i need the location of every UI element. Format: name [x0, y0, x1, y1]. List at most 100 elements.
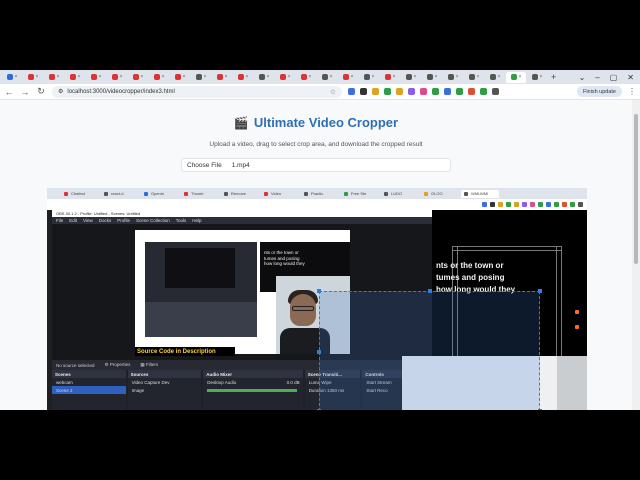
- browser-tab[interactable]: ×: [65, 72, 85, 83]
- extension-icon[interactable]: [456, 88, 463, 95]
- browser-tab[interactable]: ×: [401, 72, 421, 83]
- bookmark-star-icon[interactable]: ☆: [330, 88, 336, 96]
- extension-icon[interactable]: [396, 88, 403, 95]
- browser-tab[interactable]: ×: [359, 72, 379, 83]
- tab-close-icon[interactable]: ×: [57, 74, 60, 80]
- scene-item[interactable]: Scene 2: [52, 386, 126, 394]
- browser-tab[interactable]: ×: [275, 72, 295, 83]
- browser-tab[interactable]: ×: [380, 72, 400, 83]
- extension-icon[interactable]: [408, 88, 415, 95]
- tab-close-icon[interactable]: ×: [120, 74, 123, 80]
- tab-close-icon[interactable]: ×: [267, 74, 270, 80]
- tab-favicon-icon: [258, 74, 265, 80]
- tab-close-icon[interactable]: ×: [246, 74, 249, 80]
- browser-tab[interactable]: ×: [23, 72, 43, 83]
- tab-close-icon[interactable]: ×: [477, 74, 480, 80]
- browser-tab[interactable]: ×: [254, 72, 274, 83]
- crop-handle[interactable]: [428, 289, 432, 293]
- browser-tab[interactable]: ×: [485, 72, 505, 83]
- tab-close-icon[interactable]: ×: [540, 74, 543, 80]
- extension-icon[interactable]: [348, 88, 355, 95]
- tab-close-icon[interactable]: ×: [225, 74, 228, 80]
- browser-tab[interactable]: ×: [443, 72, 463, 83]
- source-item[interactable]: Video Capture Dev: [128, 378, 202, 386]
- choose-file-button[interactable]: Choose File: [187, 162, 222, 169]
- tab-close-icon[interactable]: ×: [330, 74, 333, 80]
- browser-tab[interactable]: ×: [212, 72, 232, 83]
- browser-tab[interactable]: ×: [44, 72, 64, 83]
- extension-icon[interactable]: [444, 88, 451, 95]
- menu-icon[interactable]: ⋮: [628, 87, 636, 96]
- video-browser-tab: Video: [261, 190, 299, 198]
- extension-icon[interactable]: [492, 88, 499, 95]
- tab-favicon-icon: [216, 74, 223, 80]
- browser-tab[interactable]: ×: [191, 72, 211, 83]
- tab-close-icon[interactable]: ×: [435, 74, 438, 80]
- browser-tab[interactable]: ×: [107, 72, 127, 83]
- crop-handle[interactable]: [317, 289, 321, 293]
- extension-icon[interactable]: [480, 88, 487, 95]
- browser-tab[interactable]: ×: [233, 72, 253, 83]
- tab-close-icon[interactable]: ×: [78, 74, 81, 80]
- tab-close-icon[interactable]: ×: [204, 74, 207, 80]
- tab-close-icon[interactable]: ×: [288, 74, 291, 80]
- tab-close-icon[interactable]: ×: [372, 74, 375, 80]
- browser-tab[interactable]: ×: [2, 72, 22, 83]
- close-icon[interactable]: ✕: [627, 73, 634, 82]
- extension-icon[interactable]: [420, 88, 427, 95]
- crop-handle[interactable]: [538, 289, 542, 293]
- browser-tab[interactable]: ×: [170, 72, 190, 83]
- tab-close-icon[interactable]: ×: [15, 74, 18, 80]
- browser-tab[interactable]: ×: [422, 72, 442, 83]
- browser-tab[interactable]: ×: [149, 72, 169, 83]
- extension-icon[interactable]: [432, 88, 439, 95]
- properties-button[interactable]: ⚙ Properties: [105, 362, 131, 368]
- reload-icon[interactable]: ↻: [36, 86, 46, 97]
- finish-update-button[interactable]: Finish update: [576, 86, 622, 97]
- tab-close-icon[interactable]: ×: [456, 74, 459, 80]
- browser-tab[interactable]: ×: [527, 72, 547, 83]
- address-bar[interactable]: ⚙ localhost:3000/videocropper/index3.htm…: [52, 85, 342, 98]
- browser-tab[interactable]: ×: [317, 72, 337, 83]
- tab-close-icon[interactable]: ×: [36, 74, 39, 80]
- extension-icon[interactable]: [384, 88, 391, 95]
- tab-close-icon[interactable]: ×: [393, 74, 396, 80]
- browser-tab[interactable]: ×: [506, 71, 526, 83]
- browser-tab[interactable]: ×: [338, 72, 358, 83]
- site-info-icon[interactable]: ⚙: [58, 88, 63, 95]
- minimize-icon[interactable]: –: [595, 73, 599, 82]
- back-icon[interactable]: ←: [4, 87, 14, 97]
- address-url: localhost:3000/videocropper/index3.html: [67, 88, 175, 95]
- extension-icon[interactable]: [360, 88, 367, 95]
- browser-tab[interactable]: ×: [86, 72, 106, 83]
- tab-close-icon[interactable]: ×: [351, 74, 354, 80]
- crop-handle[interactable]: [317, 350, 321, 354]
- tab-favicon-icon: [195, 74, 202, 80]
- tab-close-icon[interactable]: ×: [141, 74, 144, 80]
- tab-close-icon[interactable]: ×: [162, 74, 165, 80]
- chevron-down-icon[interactable]: ⌄: [579, 73, 586, 82]
- file-input[interactable]: Choose File 1.mp4: [181, 158, 451, 172]
- tab-close-icon[interactable]: ×: [519, 74, 522, 80]
- tab-close-icon[interactable]: ×: [183, 74, 186, 80]
- scrollbar-thumb[interactable]: [634, 114, 638, 264]
- new-tab-button[interactable]: +: [551, 72, 556, 82]
- browser-tab[interactable]: ×: [128, 72, 148, 83]
- browser-tab[interactable]: ×: [464, 72, 484, 83]
- browser-tab[interactable]: ×: [296, 72, 316, 83]
- source-item[interactable]: Image: [128, 386, 202, 394]
- forward-icon[interactable]: →: [20, 87, 30, 97]
- tab-close-icon[interactable]: ×: [498, 74, 501, 80]
- filters-button[interactable]: ▦ Filters: [140, 362, 158, 368]
- extension-icon[interactable]: [468, 88, 475, 95]
- volume-slider[interactable]: [203, 386, 302, 394]
- tab-close-icon[interactable]: ×: [309, 74, 312, 80]
- crop-selection[interactable]: [317, 289, 542, 410]
- scene-item[interactable]: webcam: [52, 378, 126, 386]
- tab-close-icon[interactable]: ×: [414, 74, 417, 80]
- extension-icon[interactable]: [372, 88, 379, 95]
- maximize-icon[interactable]: ▢: [610, 73, 618, 82]
- page-scrollbar[interactable]: [632, 100, 640, 410]
- tab-close-icon[interactable]: ×: [99, 74, 102, 80]
- video-player[interactable]: Chatbot react-d OpenIn Thumb Remove Video Prac…: [47, 188, 587, 410]
